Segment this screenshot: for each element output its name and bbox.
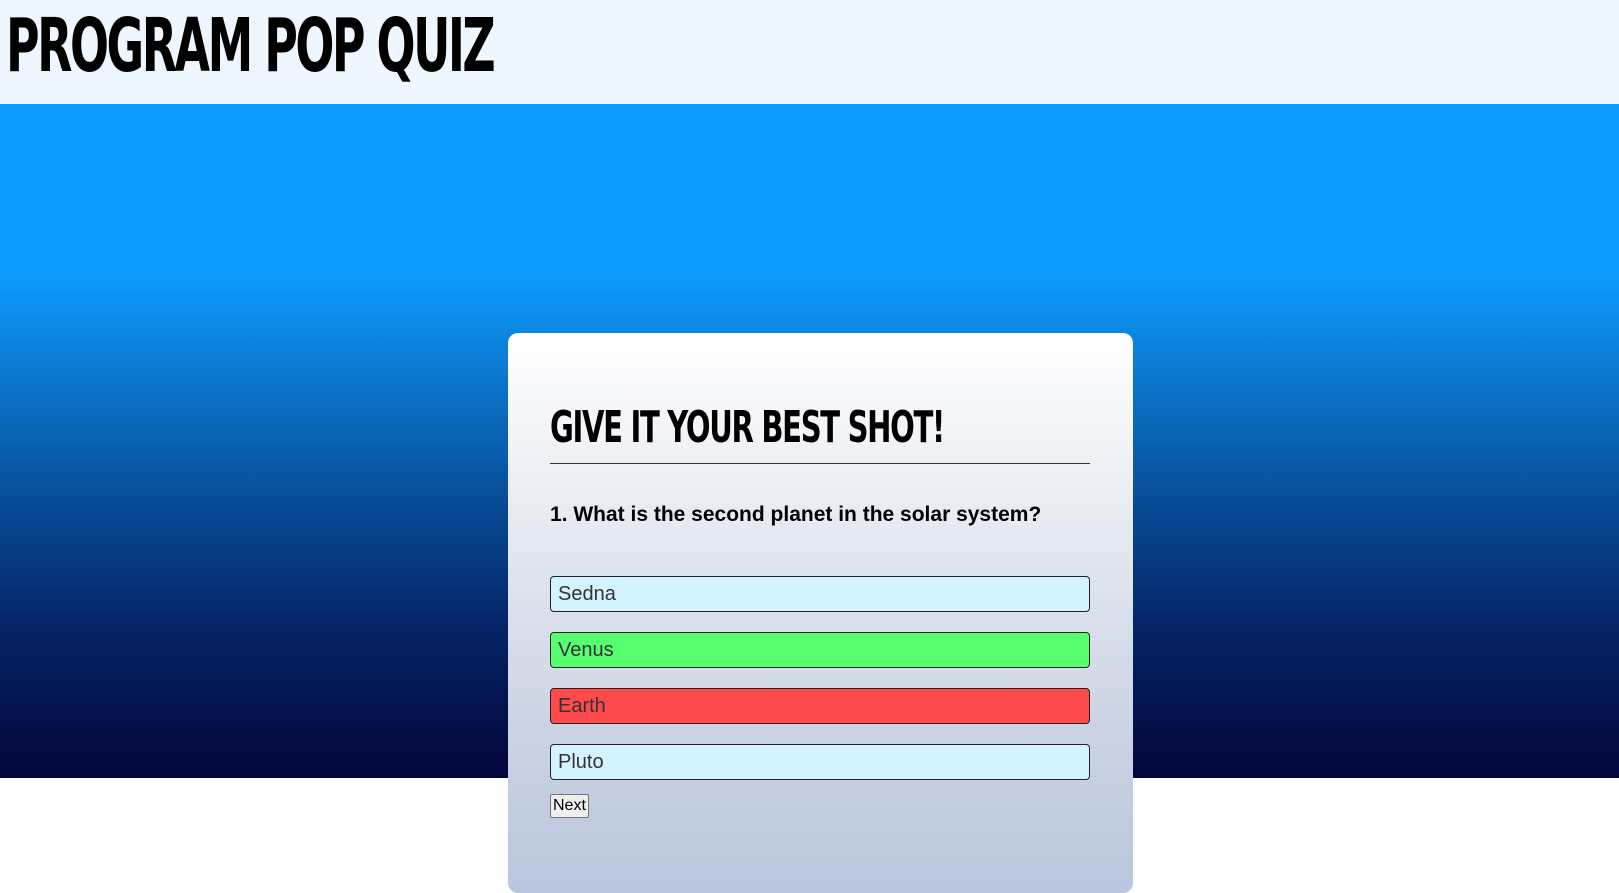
- answer-option-earth[interactable]: Earth: [550, 688, 1090, 724]
- heading-divider: [550, 463, 1090, 464]
- quiz-stage: GIVE IT YOUR BEST SHOT! 1. What is the s…: [0, 104, 1619, 893]
- answer-option-venus[interactable]: Venus: [550, 632, 1090, 668]
- page-header: PROGRAM POP QUIZ: [0, 0, 1619, 104]
- answer-option-sedna[interactable]: Sedna: [550, 576, 1090, 612]
- next-button[interactable]: Next: [550, 794, 589, 818]
- app-title: PROGRAM POP QUIZ: [6, 3, 496, 89]
- quiz-card: GIVE IT YOUR BEST SHOT! 1. What is the s…: [508, 333, 1133, 893]
- quiz-heading: GIVE IT YOUR BEST SHOT!: [550, 402, 945, 453]
- answer-option-pluto[interactable]: Pluto: [550, 744, 1090, 780]
- question-text: 1. What is the second planet in the sola…: [550, 503, 1042, 526]
